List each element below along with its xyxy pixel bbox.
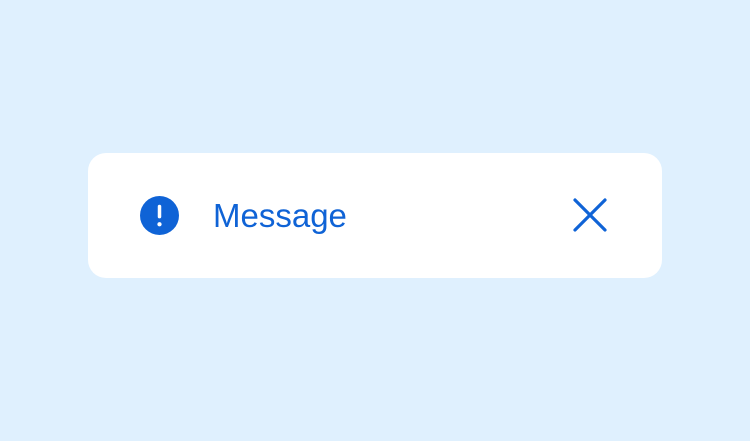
alert-circle-icon (140, 196, 179, 235)
toast-notification: Message (88, 153, 662, 278)
toast-message: Message (213, 197, 347, 234)
close-button[interactable] (566, 191, 614, 239)
close-icon (573, 198, 607, 232)
